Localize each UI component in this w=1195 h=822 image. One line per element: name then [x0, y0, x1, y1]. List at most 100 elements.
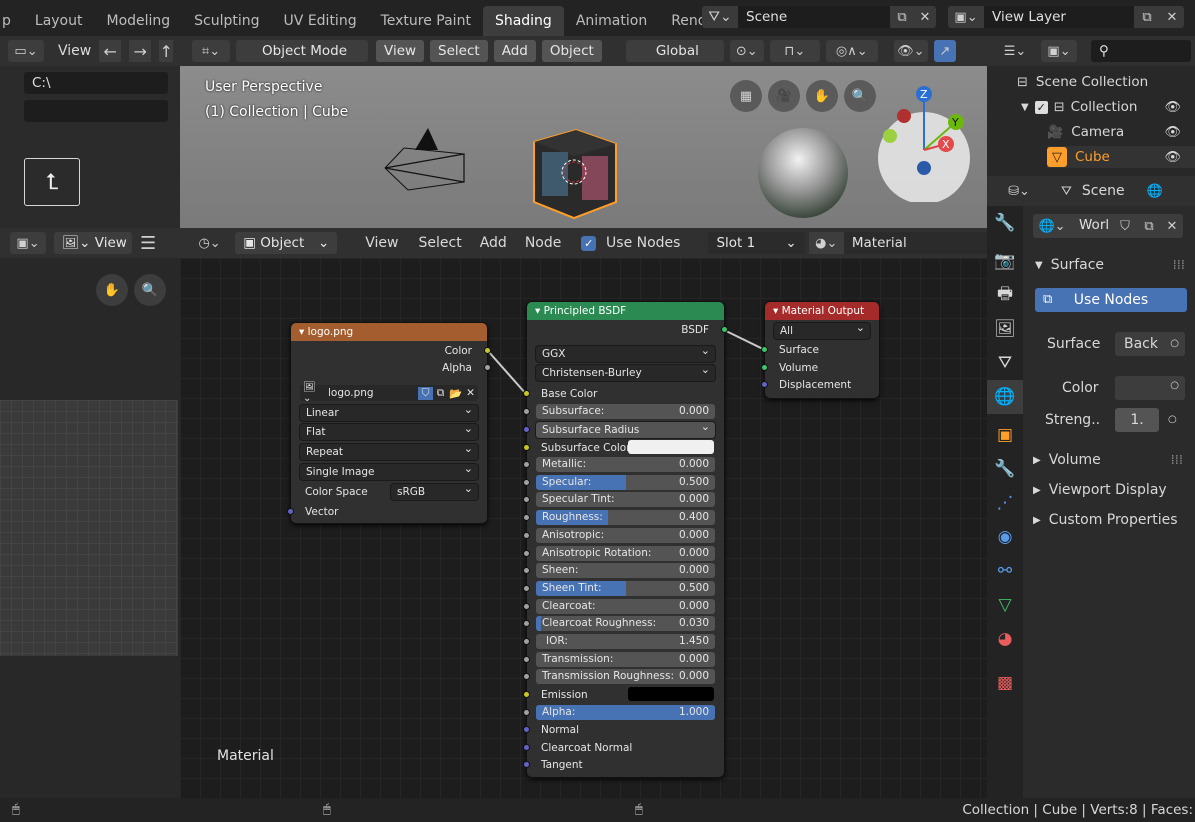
color-output-socket[interactable] [484, 347, 491, 354]
new-scene-icon[interactable]: ⧉ [890, 6, 914, 28]
node-menu-node[interactable]: Node [525, 235, 562, 251]
view-layer-field[interactable]: View Layer [984, 6, 1134, 28]
fake-user-icon[interactable]: ⛉ [1113, 214, 1137, 238]
fake-user-icon[interactable]: ⛉ [418, 386, 433, 400]
collection-label[interactable]: Collection [1071, 99, 1138, 115]
visibility-icon[interactable]: 👁⌄ [893, 40, 928, 62]
panel-drag-icon[interactable]: ⁞⁞⁞ [1171, 453, 1183, 468]
bsdf-param-slider[interactable]: Metallic: 0.000 [536, 457, 715, 472]
use-nodes-checkbox[interactable]: ✓ [581, 235, 597, 251]
principled-bsdf-header[interactable]: ▾ Principled BSDF [527, 302, 724, 320]
collection-expand-icon[interactable]: ▼ [1021, 102, 1029, 113]
hand-pan-icon[interactable]: ✋ [806, 80, 838, 112]
output-tab-icon[interactable]: 🖶 [987, 278, 1023, 312]
duplicate-world-icon[interactable]: ⧉ [1137, 214, 1161, 238]
display-mode-icon[interactable]: ▣⌄ [1041, 40, 1077, 62]
extension-dropdown[interactable]: Repeat [300, 441, 478, 460]
material-name-field[interactable]: Material [843, 232, 987, 254]
parent-folder-icon[interactable]: ⮤ [24, 158, 80, 206]
volume-panel-header[interactable]: ▶ Volume ⁞⁞⁞ [1033, 448, 1195, 472]
subsurface-color-socket[interactable] [523, 444, 530, 451]
physics-tab-icon[interactable]: ◉ [987, 520, 1023, 554]
subsurface-radius-socket[interactable] [523, 426, 530, 433]
data-tab-icon[interactable]: ▽ [987, 588, 1023, 622]
hand-pan-icon[interactable]: ✋ [96, 274, 128, 306]
slot-dropdown[interactable]: Slot 1 ⌄ [708, 232, 805, 254]
back-arrow-icon[interactable]: ← [99, 40, 122, 62]
render-tab-icon[interactable]: 📷 [987, 244, 1023, 278]
surface-input-socket[interactable] [761, 346, 768, 353]
bsdf-param-slider[interactable]: Sheen Tint: 0.500 [536, 580, 715, 596]
distribution-dropdown[interactable]: GGX [536, 343, 715, 362]
subsurface-socket[interactable] [523, 408, 530, 415]
surface-panel-header[interactable]: ▼ Surface ⁞⁞⁞ [1023, 252, 1195, 278]
bsdf-param-slider[interactable]: Specular: 0.500 [536, 474, 715, 490]
cube-label[interactable]: Cube [1075, 149, 1110, 165]
editor-type-icon[interactable]: ⌗⌄ [192, 40, 230, 62]
bsdf-output-socket[interactable] [721, 326, 728, 333]
workspace-tab-animation[interactable]: Animation [564, 6, 659, 36]
bsdf-param-socket[interactable] [523, 461, 530, 468]
pivot-icon[interactable]: ⊙⌄ [729, 40, 764, 62]
node-canvas[interactable]: Material ▾ logo.png Color Alpha 🖼⌄ logo.… [180, 258, 987, 798]
viewport-menu-view[interactable]: View [376, 40, 425, 62]
viewport-3d[interactable]: ⌗⌄ Object Mode View Select Add Object Gl… [180, 36, 987, 228]
subsurface-radius-dropdown[interactable]: Subsurface Radius [536, 419, 715, 438]
unlink-image-icon[interactable]: ✕ [463, 387, 478, 399]
material-output-node[interactable]: ▾ Material Output All Surface Volume Dis… [761, 302, 879, 398]
panel-drag-icon[interactable]: ⁞⁞⁞ [1173, 258, 1185, 273]
image-editor-type-icon[interactable]: ▣⌄ [10, 232, 46, 254]
collection-eye-icon[interactable]: 👁 [1164, 100, 1181, 115]
camera-object-icon[interactable] [380, 124, 480, 196]
shader-type-dropdown[interactable]: ▣ Object ⌄ [235, 232, 338, 254]
bsdf-param-socket[interactable] [523, 514, 530, 522]
clearcoat-normal-socket[interactable] [523, 744, 530, 751]
bsdf-param-slider[interactable]: Clearcoat: 0.000 [536, 598, 715, 614]
alpha-output-socket[interactable] [484, 364, 491, 371]
emission-socket[interactable] [523, 691, 530, 698]
world-browse-icon[interactable]: 🌐⌄ [1033, 214, 1071, 238]
forward-arrow-icon[interactable]: → [129, 40, 152, 62]
workspace-tab-sculpting[interactable]: Sculpting [182, 6, 271, 36]
output-target-dropdown[interactable]: All [774, 320, 870, 339]
surface-value-field[interactable]: Back ○ [1115, 332, 1185, 356]
principled-bsdf-node[interactable]: ▾ Principled BSDF BSDF GGX Christensen-B… [523, 302, 728, 777]
bsdf-param-socket[interactable] [523, 673, 530, 681]
emission-color-swatch[interactable] [628, 687, 714, 701]
remove-scene-icon[interactable]: ✕ [914, 6, 936, 28]
use-nodes-button[interactable]: ⧉ Use Nodes [1035, 288, 1187, 312]
strength-field[interactable]: 1. [1115, 408, 1159, 432]
subsurface-method-dropdown[interactable]: Christensen-Burley [536, 362, 715, 381]
image-selector[interactable]: 🖼⌄ logo.png ⛉ ⧉ 📂 ✕ [300, 382, 478, 404]
bsdf-param-slider[interactable]: Specular Tint: 0.000 [536, 492, 715, 508]
open-image-icon[interactable]: 📂 [448, 387, 463, 400]
proportional-edit-icon[interactable]: ◎∧⌄ [825, 40, 878, 62]
color-space-dropdown[interactable]: sRGB [391, 481, 478, 500]
image-texture-node-header[interactable]: ▾ logo.png [291, 323, 487, 341]
file-view-menu[interactable]: View [58, 43, 91, 59]
image-browse-icon[interactable]: 🖼⌄ [300, 382, 324, 404]
camera-eye-icon[interactable]: 👁 [1164, 125, 1181, 140]
cube-eye-icon[interactable]: 👁 [1164, 150, 1181, 165]
particles-tab-icon[interactable]: ⋰ [987, 486, 1023, 520]
collection-checkbox[interactable]: ✓ [1034, 100, 1048, 114]
scene-collection-label[interactable]: Scene Collection [1036, 74, 1148, 90]
color-swatch[interactable]: ○ [1115, 376, 1185, 400]
unlink-world-icon[interactable]: ✕ [1161, 214, 1183, 238]
outliner-editor-icon[interactable]: ☰⌄ [997, 40, 1033, 62]
filename-field[interactable] [24, 100, 168, 122]
bsdf-param-socket[interactable] [523, 584, 530, 592]
constraints-tab-icon[interactable]: ⚯ [987, 554, 1023, 588]
bsdf-param-socket[interactable] [523, 638, 530, 645]
zoom-icon[interactable]: 🔍 [844, 80, 876, 112]
workspace-tab-layout[interactable]: Layout [23, 6, 95, 36]
node-editor-type-icon[interactable]: ◷⌄ [192, 232, 227, 254]
hamburger-menu-icon[interactable]: ☰ [140, 233, 156, 254]
node-menu-select[interactable]: Select [419, 235, 462, 251]
navigation-gizmo[interactable]: Z Y X [874, 82, 978, 202]
bsdf-param-socket[interactable] [523, 549, 530, 557]
outliner-search-field[interactable]: ⚲ [1091, 40, 1191, 62]
bsdf-param-slider[interactable]: Anisotropic: 0.000 [536, 527, 715, 543]
snap-icon[interactable]: ⊓⌄ [769, 40, 820, 62]
normal-socket[interactable] [523, 726, 530, 733]
